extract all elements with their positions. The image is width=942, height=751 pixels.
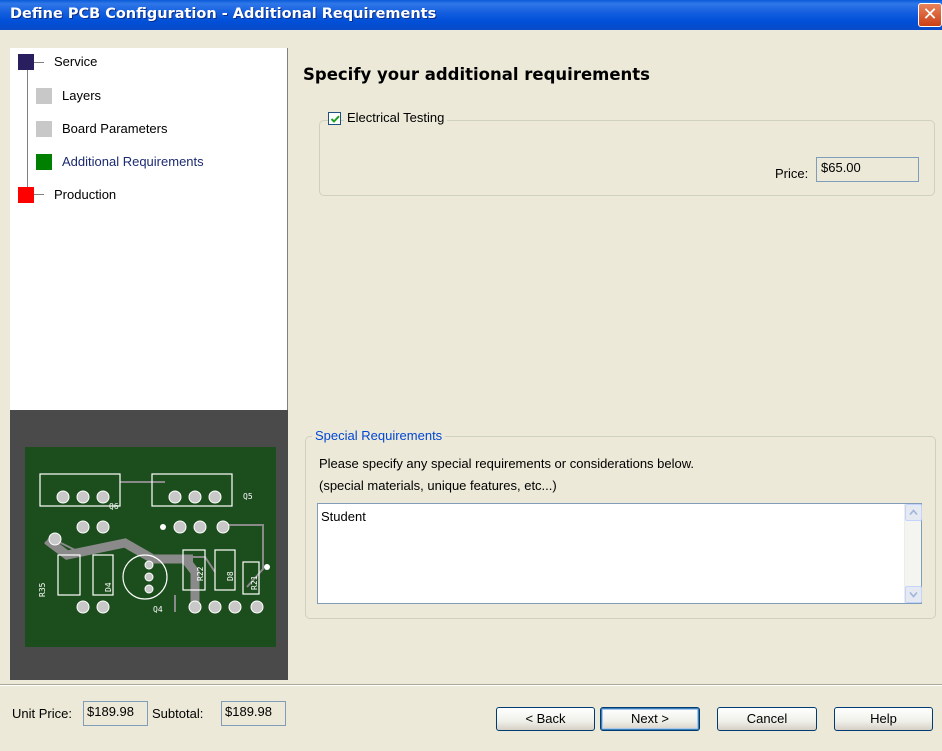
special-instruction-line-2: (special materials, unique features, etc… [319, 478, 557, 493]
step-tree: Service Layers Board Parameters Addition… [10, 48, 288, 410]
close-button[interactable]: ✕ [918, 3, 942, 27]
pcb-label: R22 [196, 566, 205, 581]
back-button[interactable]: < Back [496, 707, 595, 731]
footer-separator [0, 684, 942, 686]
help-button[interactable]: Help [834, 707, 933, 731]
scroll-down-button[interactable] [905, 586, 922, 603]
unit-price-field: $189.98 [83, 701, 148, 726]
pcb-label: Q4 [153, 605, 163, 614]
tree-item-label: Board Parameters [62, 121, 168, 136]
service-square-icon [18, 54, 34, 70]
page-title: Specify your additional requirements [303, 65, 650, 84]
production-square-icon [18, 187, 34, 203]
subtotal-field: $189.98 [221, 701, 286, 726]
price-field: $65.00 [816, 157, 919, 182]
checkmark-icon [330, 115, 340, 123]
electrical-testing-checkbox[interactable] [328, 112, 341, 125]
price-label: Price: [775, 166, 809, 181]
content-pane: Specify your additional requirements Ele… [288, 48, 942, 680]
tree-item-label: Service [54, 54, 98, 69]
pcb-label: Q6 [109, 502, 119, 511]
pcb-label: R35 [38, 582, 47, 597]
cancel-button[interactable]: Cancel [717, 707, 817, 731]
chevron-up-icon [909, 509, 918, 516]
special-requirements-legend: Special Requirements [312, 428, 446, 443]
board-parameters-square-icon [36, 121, 52, 137]
pcb-label: D8 [226, 571, 235, 581]
special-requirements-text: Student [321, 509, 366, 524]
unit-price-label: Unit Price: [12, 706, 72, 721]
subtotal-label: Subtotal: [152, 706, 204, 721]
pcb-preview-panel: Q6 Q5 R35 D4 Q4 R22 D8 R21 [10, 410, 288, 680]
tree-item-label: Additional Requirements [62, 154, 204, 169]
tree-item-label: Layers [62, 88, 102, 103]
next-button[interactable]: Next > [600, 707, 700, 731]
tree-connector [27, 56, 28, 196]
electrical-testing-label: Electrical Testing [344, 110, 448, 125]
chevron-down-icon [909, 591, 918, 598]
special-requirements-textarea[interactable]: Student [317, 503, 922, 604]
tree-item-label: Production [54, 187, 117, 202]
dialog-window: Define PCB Configuration - Additional Re… [0, 0, 942, 751]
additional-requirements-square-icon [36, 154, 52, 170]
pcb-label: D4 [104, 582, 113, 592]
layers-square-icon [36, 88, 52, 104]
pcb-label: R21 [250, 575, 259, 590]
close-icon: ✕ [922, 4, 938, 25]
textarea-scrollbar[interactable] [904, 504, 922, 603]
title-bar[interactable]: Define PCB Configuration - Additional Re… [0, 0, 942, 30]
scroll-up-button[interactable] [905, 504, 922, 521]
window-title: Define PCB Configuration - Additional Re… [10, 6, 437, 22]
pcb-label: Q5 [243, 492, 253, 501]
pcb-board-illustration: Q6 Q5 R35 D4 Q4 R22 D8 R21 [25, 447, 276, 647]
special-instruction-line-1: Please specify any special requirements … [319, 456, 695, 471]
